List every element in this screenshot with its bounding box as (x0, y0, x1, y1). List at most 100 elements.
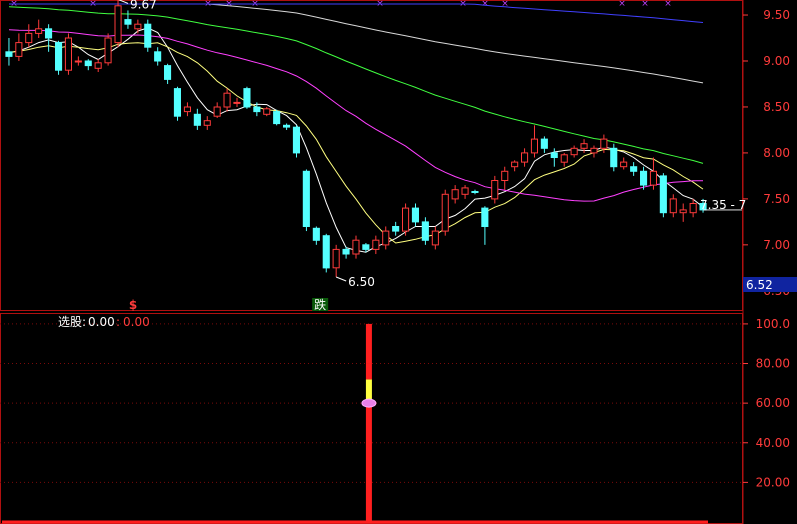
candle (530, 125, 539, 158)
low-leader (335, 276, 347, 282)
candle (283, 123, 291, 130)
candle (491, 175, 499, 204)
candle-body (560, 154, 568, 163)
candle (590, 145, 598, 158)
low-marker: 跌 (314, 297, 326, 312)
candle-body (312, 227, 320, 241)
candle-body (144, 23, 152, 48)
candle-body (253, 106, 261, 113)
stock-chart: × × × × × × × × × × × × 9.676.50跌$7.35 - 7 9.509.00… (0, 0, 797, 524)
ma60-line (8, 6, 704, 164)
candle-body (203, 120, 211, 126)
candle (15, 33, 23, 61)
candle (669, 194, 677, 218)
top-marker: × (501, 0, 509, 9)
candle (154, 47, 162, 66)
candle (431, 226, 439, 250)
candle (560, 152, 568, 167)
candle-body (5, 51, 13, 57)
candle-body (540, 138, 548, 149)
signal-bar (2, 323, 708, 524)
top-marker: × (664, 0, 672, 9)
candle-body (233, 101, 241, 104)
candle-body (431, 230, 439, 246)
candle-body (104, 37, 112, 64)
last-price-tag: 6.52 (746, 278, 773, 292)
candle (173, 86, 181, 121)
signal-segment (365, 323, 372, 364)
candle-body (64, 37, 73, 71)
candle-body (640, 170, 648, 186)
candle-body (461, 187, 469, 195)
candle (322, 233, 330, 273)
ma120-line (9, 3, 704, 84)
candle (392, 221, 400, 236)
price-tick-label: 8.00 (763, 146, 790, 160)
candle-body (223, 92, 231, 108)
candle-body (273, 111, 281, 125)
candle-body (372, 239, 380, 250)
indicator-sep: : (82, 315, 86, 329)
candle (352, 235, 360, 259)
candle (570, 145, 578, 158)
candle-body (124, 19, 132, 25)
candle-body (501, 170, 509, 182)
candle-body (491, 180, 499, 200)
candle-body (45, 28, 53, 39)
candle (630, 162, 638, 176)
candle (302, 169, 310, 232)
candle (382, 226, 390, 250)
candle-body (302, 170, 310, 228)
candle-body (94, 62, 102, 69)
candle (25, 24, 33, 48)
candle (659, 173, 667, 218)
candle (312, 226, 320, 245)
candle-body (421, 221, 429, 241)
top-marker: × (618, 0, 626, 9)
candle-body (322, 235, 330, 269)
candle-body (283, 124, 291, 128)
indicator-value-2: 0.00 (123, 315, 150, 329)
candle (411, 203, 419, 227)
candle-body (114, 5, 122, 44)
candle (481, 206, 489, 245)
candlestick-series (5, 0, 707, 278)
candle (610, 143, 618, 172)
candle (144, 19, 152, 52)
candle-body (55, 42, 63, 71)
candle (193, 108, 201, 130)
candle-body (649, 170, 658, 186)
candle-body (471, 191, 479, 193)
high-label: 9.67 (130, 0, 157, 11)
candle-body (134, 23, 142, 30)
candle-body (620, 161, 628, 168)
candle (104, 33, 112, 66)
indicator-tick-label: 60.00 (756, 396, 790, 410)
candle (372, 235, 380, 255)
candle (94, 59, 102, 73)
candle-body (679, 209, 687, 214)
top-marker: × (641, 0, 649, 9)
candle-body (154, 51, 162, 62)
candle-body (164, 65, 172, 80)
candle (203, 116, 211, 130)
indicator-tick-label: 40.00 (756, 436, 790, 450)
candle (649, 157, 658, 190)
candle-body (570, 147, 578, 156)
candle (35, 19, 43, 39)
candle-body (213, 106, 221, 117)
candle-body (659, 175, 667, 214)
candle-body (441, 193, 449, 232)
candle-body (590, 147, 598, 154)
candle (164, 63, 172, 84)
price-tick-label: 9.50 (763, 8, 790, 22)
candle (620, 157, 628, 170)
candle-body (521, 152, 529, 163)
indicator-tick-label: 80.00 (756, 357, 790, 371)
candle (5, 38, 13, 66)
candle (679, 203, 687, 222)
price-tick-label: 8.50 (763, 100, 790, 114)
price-tick-label: 9.00 (763, 54, 790, 68)
signal-dot (361, 398, 377, 408)
candle-body (74, 60, 82, 63)
